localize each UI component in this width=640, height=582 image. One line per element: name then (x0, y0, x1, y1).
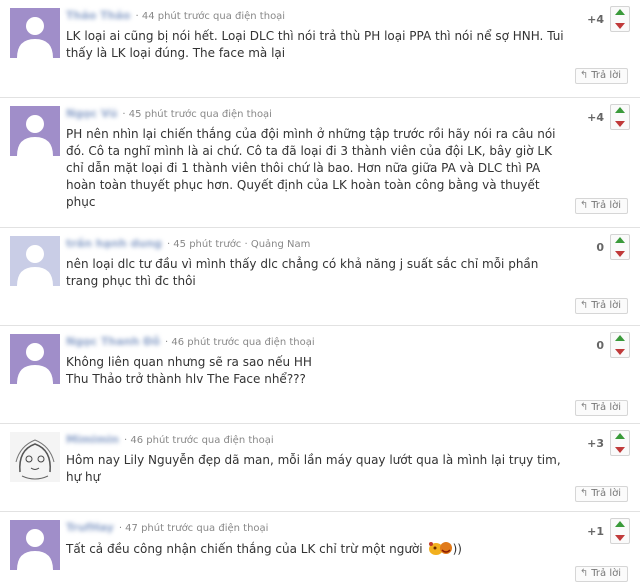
comment-time: 45 phút trước qua điện thoại (128, 109, 272, 120)
upvote-icon[interactable] (615, 237, 625, 243)
downvote-icon[interactable] (615, 349, 625, 355)
downvote-icon[interactable] (615, 23, 625, 29)
comment-item: Mimimin · 46 phút trước qua điện thoại +3… (0, 424, 640, 512)
reply-icon: ↰ (579, 402, 589, 413)
reply-button[interactable]: ↰ Trả lời (574, 198, 628, 214)
comment-meta: Ngọc Thanh Đỗ · 46 phút trước qua điện th… (66, 335, 315, 348)
commenter-name[interactable]: TrufHay (66, 521, 114, 534)
upvote-icon[interactable] (615, 9, 625, 15)
comment-time: 47 phút trước qua điện thoại (125, 523, 269, 534)
comment-text: Tất cả đều công nhận chiến thắng của LK … (66, 540, 571, 561)
reply-label: Trả lời (591, 200, 621, 211)
vote-box (610, 6, 630, 32)
reply-label: Trả lời (591, 402, 621, 413)
avatar[interactable] (10, 334, 60, 384)
downvote-icon[interactable] (615, 535, 625, 541)
commenter-name[interactable]: Ngọc Vũ (66, 107, 117, 120)
vote-box (610, 104, 630, 130)
comment-text: LK loại ai cũng bị nói hết. Loại DLC thì… (66, 29, 564, 60)
vote-widget: +4 (587, 104, 630, 130)
avatar[interactable] (10, 432, 60, 482)
comment-text-tail: )) (452, 542, 462, 556)
sketch-avatar-icon (10, 432, 60, 482)
emoji-icon (427, 540, 453, 561)
comment-meta: Thảo Thảo · 44 phút trước qua điện thoại (66, 9, 286, 22)
reply-icon: ↰ (579, 70, 589, 81)
reply-label: Trả lời (591, 488, 621, 499)
vote-count: +4 (587, 12, 604, 26)
reply-button[interactable]: ↰ Trả lời (574, 68, 628, 84)
comment-meta: Ngọc Vũ · 45 phút trước qua điện thoại (66, 107, 272, 120)
reply-label: Trả lời (591, 70, 621, 81)
comment-text: PH nên nhìn lại chiến thắng của đội mình… (66, 127, 556, 209)
comment-time: 46 phút trước qua điện thoại (130, 435, 274, 446)
default-avatar-icon (10, 8, 60, 58)
vote-count: +1 (587, 524, 604, 538)
reply-label: Trả lời (591, 568, 621, 579)
upvote-icon[interactable] (615, 433, 625, 439)
comment-meta: trần hạnh dung · 45 phút trước · Quảng Na… (66, 237, 311, 250)
vote-count: 0 (596, 338, 604, 352)
reply-button[interactable]: ↰ Trả lời (574, 566, 628, 582)
comment-text: Không liên quan nhưng sẽ ra sao nếu HH T… (66, 355, 312, 386)
comment-item: Thảo Thảo · 44 phút trước qua điện thoại … (0, 0, 640, 98)
comment-text: Hôm nay Lily Nguyễn đẹp dã man, mỗi lần … (66, 453, 561, 484)
reply-button[interactable]: ↰ Trả lời (574, 486, 628, 502)
comment-item: Ngọc Thanh Đỗ · 46 phút trước qua điện th… (0, 326, 640, 424)
commenter-name[interactable]: Ngọc Thanh Đỗ (66, 335, 160, 348)
reply-label: Trả lời (591, 300, 621, 311)
downvote-icon[interactable] (615, 447, 625, 453)
vote-widget: 0 (596, 234, 630, 260)
comment-text-main: Tất cả đều công nhận chiến thắng của LK … (66, 542, 423, 556)
reply-button[interactable]: ↰ Trả lời (574, 400, 628, 416)
vote-widget: 0 (596, 332, 630, 358)
comment-item: trần hạnh dung · 45 phút trước · Quảng Na… (0, 228, 640, 326)
commenter-name[interactable]: Mimimin (66, 433, 119, 446)
vote-count: 0 (596, 240, 604, 254)
downvote-icon[interactable] (615, 251, 625, 257)
vote-count: +3 (587, 436, 604, 450)
upvote-icon[interactable] (615, 107, 625, 113)
vote-widget: +1 (587, 518, 630, 544)
comment-item: TrufHay · 47 phút trước qua điện thoại +1… (0, 512, 640, 582)
reply-button[interactable]: ↰ Trả lời (574, 298, 628, 314)
vote-count: +4 (587, 110, 604, 124)
downvote-icon[interactable] (615, 121, 625, 127)
comment-text: nên loại dlc tư đầu vì mình thấy dlc chẳ… (66, 257, 539, 288)
avatar[interactable] (10, 520, 60, 570)
vote-widget: +4 (587, 6, 630, 32)
upvote-icon[interactable] (615, 521, 625, 527)
avatar[interactable] (10, 8, 60, 58)
vote-box (610, 518, 630, 544)
reply-icon: ↰ (579, 488, 589, 499)
avatar[interactable] (10, 236, 60, 286)
comment-time: 44 phút trước qua điện thoại (141, 11, 286, 22)
reply-icon: ↰ (579, 300, 589, 311)
default-avatar-icon (10, 520, 60, 570)
upvote-icon[interactable] (615, 335, 625, 341)
comment-time: 46 phút trước qua điện thoại (171, 337, 315, 348)
comment-meta: Mimimin · 46 phút trước qua điện thoại (66, 433, 274, 446)
default-avatar-icon (10, 236, 60, 286)
reply-icon: ↰ (579, 200, 589, 211)
commenter-name[interactable]: trần hạnh dung (66, 237, 162, 250)
commenter-name[interactable]: Thảo Thảo (66, 9, 130, 22)
reply-icon: ↰ (579, 568, 589, 579)
comment-item: Ngọc Vũ · 45 phút trước qua điện thoại +4… (0, 98, 640, 228)
default-avatar-icon (10, 106, 60, 156)
comment-meta: TrufHay · 47 phút trước qua điện thoại (66, 521, 269, 534)
vote-box (610, 332, 630, 358)
vote-box (610, 430, 630, 456)
avatar[interactable] (10, 106, 60, 156)
default-avatar-icon (10, 334, 60, 384)
vote-widget: +3 (587, 430, 630, 456)
comment-time: 45 phút trước · Quảng Nam (173, 239, 311, 250)
vote-box (610, 234, 630, 260)
